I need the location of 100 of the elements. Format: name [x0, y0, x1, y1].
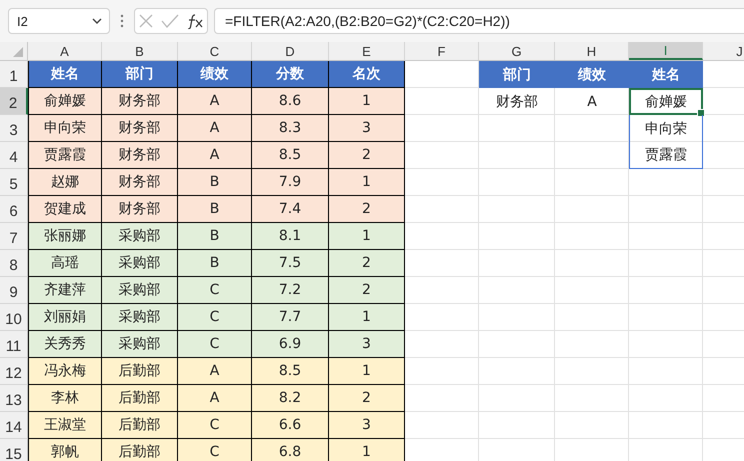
row-header[interactable]: 9: [0, 277, 28, 304]
table-cell: C: [178, 277, 252, 304]
table-cell: 王淑堂: [28, 412, 102, 439]
table-cell[interactable]: 贾露霞: [629, 142, 703, 169]
table-cell: 采购部: [102, 304, 178, 331]
table-cell: A: [178, 88, 252, 115]
table-cell: 7.7: [252, 304, 329, 331]
table-cell: 关秀秀: [28, 331, 102, 358]
table-cell: 李林: [28, 385, 102, 412]
table-cell: 3: [329, 412, 405, 439]
table-cell: 申向荣: [28, 115, 102, 142]
table-cell: B: [178, 250, 252, 277]
table-cell: 6.8: [252, 439, 329, 461]
table-cell: 6.9: [252, 331, 329, 358]
formula-field[interactable]: =FILTER(A2:A20,(B2:B20=G2)*(C2:C20=H2)): [214, 8, 744, 34]
row-header[interactable]: 15: [0, 439, 28, 461]
table-cell: A: [178, 142, 252, 169]
select-all-icon[interactable]: [13, 47, 23, 57]
table-cell: 8.2: [252, 385, 329, 412]
table-cell: 2: [329, 250, 405, 277]
column-header[interactable]: C: [178, 42, 252, 60]
row-header[interactable]: 13: [0, 385, 28, 412]
more-icon[interactable]: [120, 14, 124, 28]
table-cell: 俞婵媛: [28, 88, 102, 115]
table-cell: 3: [329, 331, 405, 358]
table-cell: 1: [329, 223, 405, 250]
table-cell: 赵娜: [28, 169, 102, 196]
column-header[interactable]: D: [252, 42, 329, 60]
table-cell: 8.5: [252, 142, 329, 169]
table-cell: C: [178, 304, 252, 331]
table-cell: 7.4: [252, 196, 329, 223]
column-header-cell: 名次: [329, 61, 405, 88]
table-cell: A: [178, 115, 252, 142]
column-header[interactable]: A: [28, 42, 102, 60]
row-header[interactable]: 3: [0, 115, 28, 142]
column-header-cell: 分数: [252, 61, 329, 88]
table-cell: 后勤部: [102, 439, 178, 461]
table-cell: 2: [329, 277, 405, 304]
table-cell: 7.9: [252, 169, 329, 196]
table-cell-text: A: [586, 92, 598, 112]
table-cell: 2: [329, 385, 405, 412]
table-cell: 财务部: [102, 169, 178, 196]
table-cell: 1: [329, 169, 405, 196]
row-header[interactable]: 6: [0, 196, 28, 223]
table-cell: 采购部: [102, 331, 178, 358]
table-cell: 8.1: [252, 223, 329, 250]
table-cell: C: [178, 439, 252, 461]
table-cell[interactable]: 申向荣: [629, 115, 703, 142]
table-cell: 采购部: [102, 223, 178, 250]
check-icon[interactable]: [160, 13, 179, 29]
table-cell: 2: [329, 142, 405, 169]
table-cell: C: [178, 412, 252, 439]
table-cell-text: 财务部: [495, 92, 539, 112]
table-cell: 后勤部: [102, 358, 178, 385]
table-cell: 财务部: [102, 142, 178, 169]
table-cell: 刘丽娟: [28, 304, 102, 331]
table-cell: 2: [329, 196, 405, 223]
cancel-icon[interactable]: [138, 13, 154, 29]
row-header[interactable]: 5: [0, 169, 28, 196]
row-header[interactable]: 1: [0, 61, 28, 88]
table-cell[interactable]: 俞婵媛: [629, 88, 703, 115]
column-header[interactable]: G: [479, 42, 555, 60]
table-cell: 后勤部: [102, 385, 178, 412]
column-header[interactable]: E: [329, 42, 405, 60]
table-cell: 财务部: [102, 115, 178, 142]
column-header-cell: 部门: [102, 61, 178, 88]
function-icon[interactable]: [186, 13, 204, 29]
row-header[interactable]: 12: [0, 358, 28, 385]
row-header[interactable]: 8: [0, 250, 28, 277]
row-header[interactable]: 14: [0, 412, 28, 439]
table-cell: 郭帆: [28, 439, 102, 461]
table-cell: 采购部: [102, 250, 178, 277]
column-header-cell: 绩效: [555, 61, 629, 88]
column-header[interactable]: I: [629, 42, 703, 60]
column-header[interactable]: F: [405, 42, 479, 60]
row-header[interactable]: 11: [0, 331, 28, 358]
table-cell: 8.6: [252, 88, 329, 115]
table-cell: 1: [329, 439, 405, 461]
table-cell: 1: [329, 358, 405, 385]
column-header-cell: 姓名: [28, 61, 102, 88]
column-header[interactable]: J: [703, 42, 744, 60]
table-cell: 8.3: [252, 115, 329, 142]
column-header[interactable]: B: [102, 42, 178, 60]
table-cell: 高瑶: [28, 250, 102, 277]
table-cell: B: [178, 223, 252, 250]
table-cell: B: [178, 169, 252, 196]
table-cell: 7.5: [252, 250, 329, 277]
column-header-cell: 姓名: [629, 61, 703, 88]
row-header[interactable]: 7: [0, 223, 28, 250]
table-cell: 1: [329, 88, 405, 115]
table-cell: 采购部: [102, 277, 178, 304]
row-header[interactable]: 10: [0, 304, 28, 331]
name-box[interactable]: I2: [8, 8, 110, 34]
column-header-cell: 部门: [479, 61, 555, 88]
caret-icon: [91, 17, 103, 25]
row-header[interactable]: 4: [0, 142, 28, 169]
table-cell: 7.2: [252, 277, 329, 304]
row-header[interactable]: 2: [0, 88, 28, 115]
table-cell: 财务部: [102, 88, 178, 115]
table-cell: 冯永梅: [28, 358, 102, 385]
